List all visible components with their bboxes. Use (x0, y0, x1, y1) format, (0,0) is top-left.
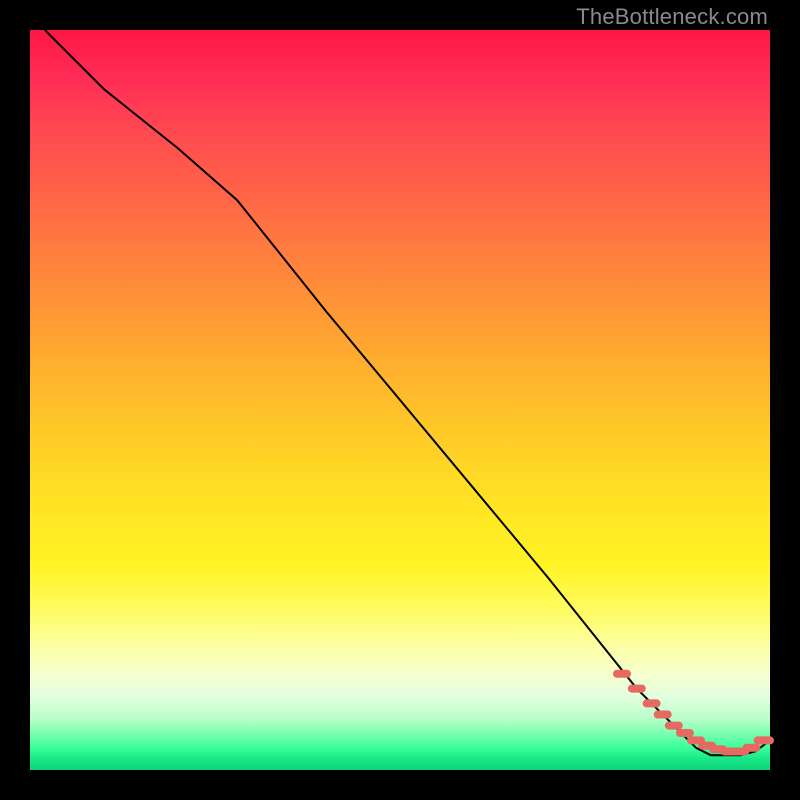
marker-end-dot (766, 736, 774, 744)
optimal-range-markers (617, 674, 774, 752)
plot-area (30, 30, 770, 770)
chart-frame: TheBottleneck.com (0, 0, 800, 800)
chart-svg (30, 30, 770, 770)
bottleneck-curve (45, 30, 770, 755)
watermark-text: TheBottleneck.com (576, 4, 768, 30)
